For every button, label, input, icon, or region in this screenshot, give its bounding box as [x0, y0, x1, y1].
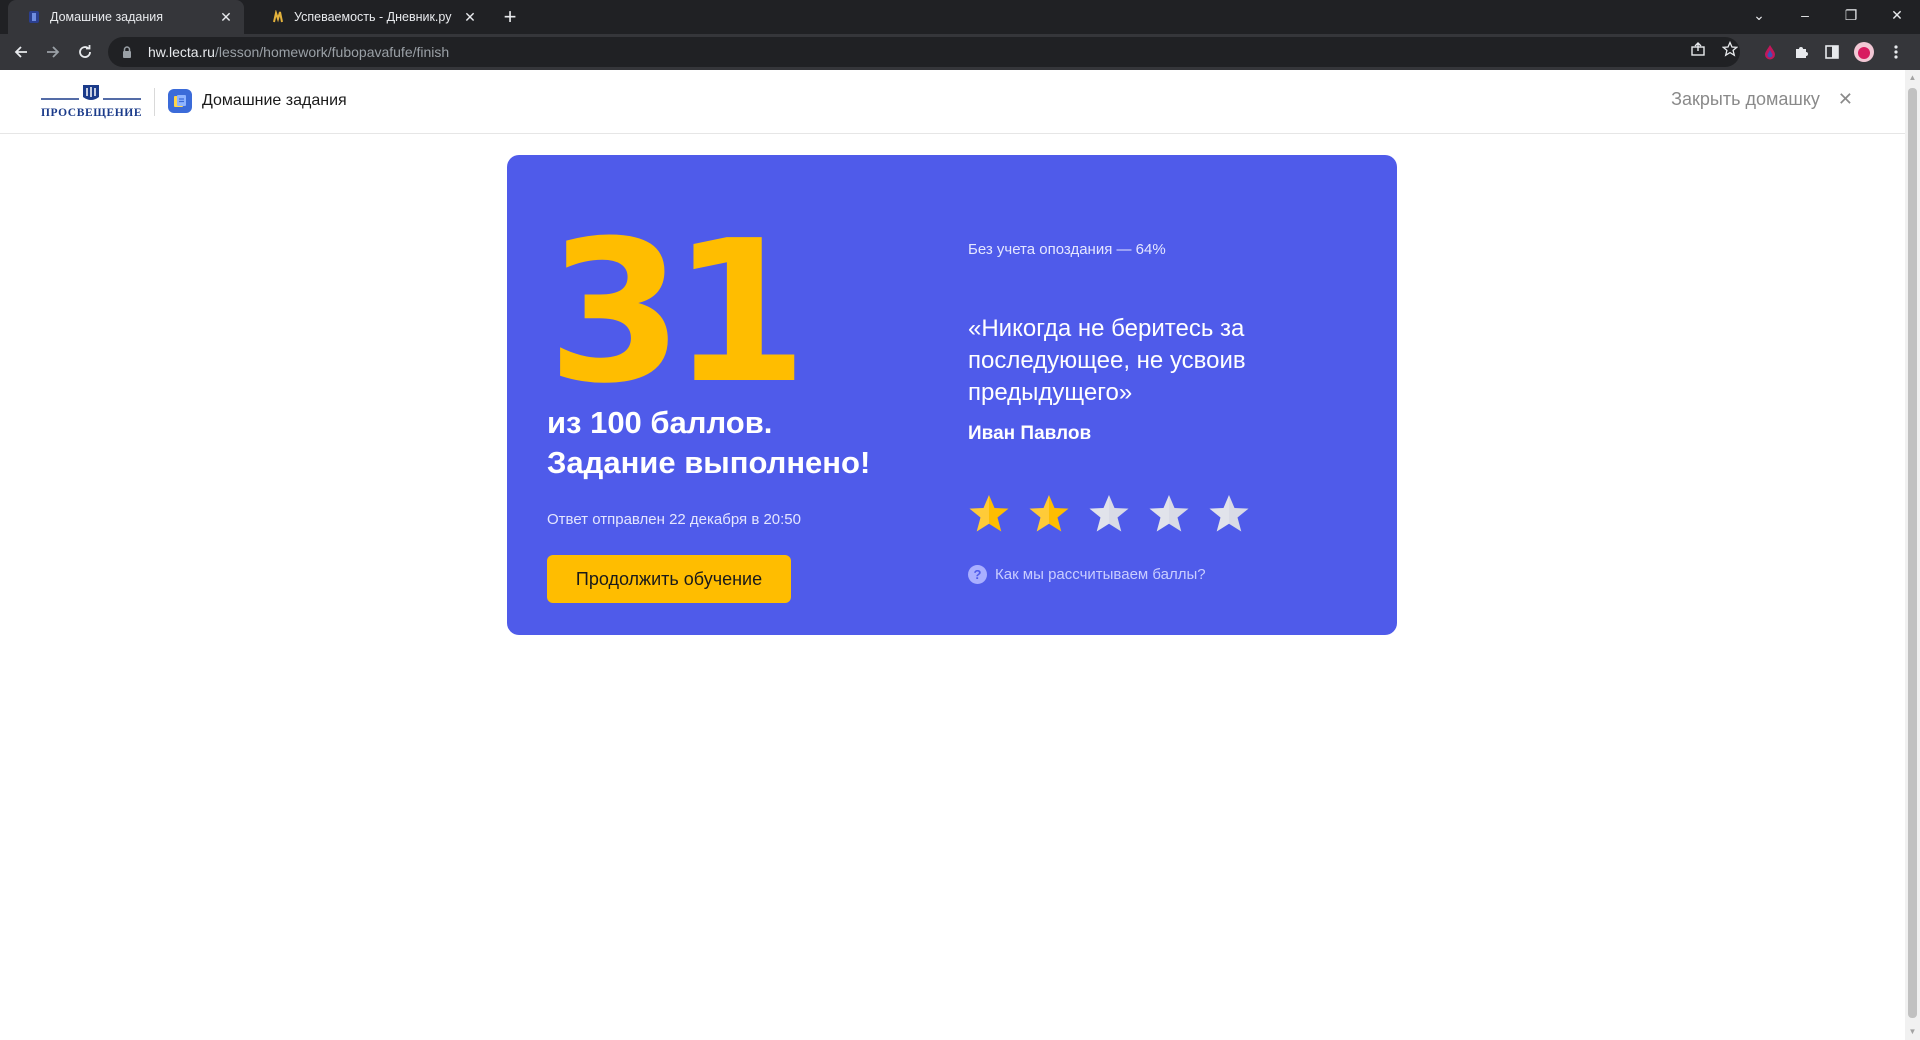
profile-avatar-icon[interactable]: [1854, 42, 1874, 62]
close-homework-label: Закрыть домашку: [1671, 89, 1820, 109]
how-score-calculated-label: Как мы рассчитываем баллы?: [995, 566, 1206, 583]
quote-author: Иван Павлов: [968, 423, 1092, 444]
lock-icon: [122, 45, 136, 59]
scroll-up-icon[interactable]: ▲: [1908, 73, 1917, 83]
rating-stars: [968, 493, 1250, 535]
star-filled-icon: [969, 495, 1009, 532]
tab-title: Домашние задания: [50, 10, 164, 24]
forward-icon[interactable]: [41, 40, 65, 64]
star-empty-icon: [1149, 495, 1189, 532]
tab-search-icon[interactable]: ⌄: [1736, 0, 1782, 30]
how-score-calculated-link[interactable]: ? Как мы рассчитываем баллы?: [968, 565, 1206, 584]
new-tab-button[interactable]: +: [498, 4, 522, 29]
score-caption: из 100 баллов. Задание выполнено!: [547, 403, 870, 483]
star-empty-icon: [1209, 495, 1249, 532]
browser-toolbar: hw.lecta.ru/lesson/homework/fubopavafufe…: [0, 34, 1920, 70]
browser-tabbar: Домашние задания ✕ Успеваемость - Дневни…: [0, 0, 1920, 34]
site-header: ПРОСВЕЩЕНИЕ Домашние задания Закрыть дом…: [0, 70, 1905, 134]
prosveshchenie-logo[interactable]: ПРОСВЕЩЕНИЕ: [41, 83, 141, 119]
tab-close-icon[interactable]: ✕: [218, 9, 234, 25]
tab-close-icon[interactable]: ✕: [462, 9, 478, 25]
result-card: 31 из 100 баллов. Задание выполнено! Отв…: [507, 155, 1397, 635]
extension-drop-icon[interactable]: [1760, 42, 1780, 62]
dnevnik-favicon-icon: [270, 9, 286, 25]
tab-homework[interactable]: Домашние задания ✕: [8, 0, 244, 34]
scroll-down-icon[interactable]: ▼: [1908, 1027, 1917, 1037]
submitted-time-text: Ответ отправлен 22 декабря в 20:50: [547, 511, 801, 528]
back-icon[interactable]: [9, 40, 33, 64]
url-host: hw.lecta.ru: [148, 44, 215, 60]
address-bar[interactable]: hw.lecta.ru/lesson/homework/fubopavafufe…: [108, 37, 1740, 67]
tab-dnevnik[interactable]: Успеваемость - Дневник.ру ✕: [252, 0, 488, 34]
restore-icon[interactable]: ❐: [1828, 0, 1874, 30]
side-panel-icon[interactable]: [1822, 42, 1842, 62]
star-filled-icon: [1029, 495, 1069, 532]
homework-app-icon: [168, 89, 192, 113]
tab-title: Успеваемость - Дневник.ру: [294, 10, 452, 24]
continue-learning-button[interactable]: Продолжить обучение: [547, 555, 791, 603]
logo-text: ПРОСВЕЩЕНИЕ: [41, 107, 143, 119]
close-icon: ✕: [1837, 89, 1853, 109]
share-icon[interactable]: [1686, 37, 1710, 61]
app-title[interactable]: Домашние задания: [202, 92, 347, 110]
bookmark-star-icon[interactable]: [1718, 37, 1742, 61]
url-path: /lesson/homework/fubopavafufe/finish: [214, 44, 450, 60]
page-content: ПРОСВЕЩЕНИЕ Домашние задания Закрыть дом…: [0, 70, 1905, 1040]
score-out-of: из 100 баллов.: [547, 405, 773, 440]
question-icon: ?: [968, 565, 987, 584]
without-late-penalty-text: Без учета опоздания — 64%: [968, 241, 1166, 258]
browser-menu-icon[interactable]: [1886, 42, 1906, 62]
scrollbar-thumb[interactable]: [1908, 88, 1917, 1018]
star-empty-icon: [1089, 495, 1129, 532]
header-divider: [154, 88, 155, 116]
extensions-puzzle-icon[interactable]: [1791, 42, 1811, 62]
logo-emblem-icon: [41, 85, 141, 100]
task-completed-text: Задание выполнено!: [547, 445, 871, 480]
quote-text: «Никогда не беритесь за последующее, не …: [968, 315, 1246, 406]
page-scrollbar[interactable]: ▲ ▼: [1905, 70, 1920, 1040]
minimize-icon[interactable]: –: [1782, 0, 1828, 30]
close-homework-button[interactable]: Закрыть домашку ✕: [1671, 89, 1853, 110]
reload-icon[interactable]: [73, 40, 97, 64]
close-window-icon[interactable]: ✕: [1874, 0, 1920, 30]
score-value: 31: [547, 199, 808, 427]
prosveshchenie-favicon-icon: [26, 9, 42, 25]
